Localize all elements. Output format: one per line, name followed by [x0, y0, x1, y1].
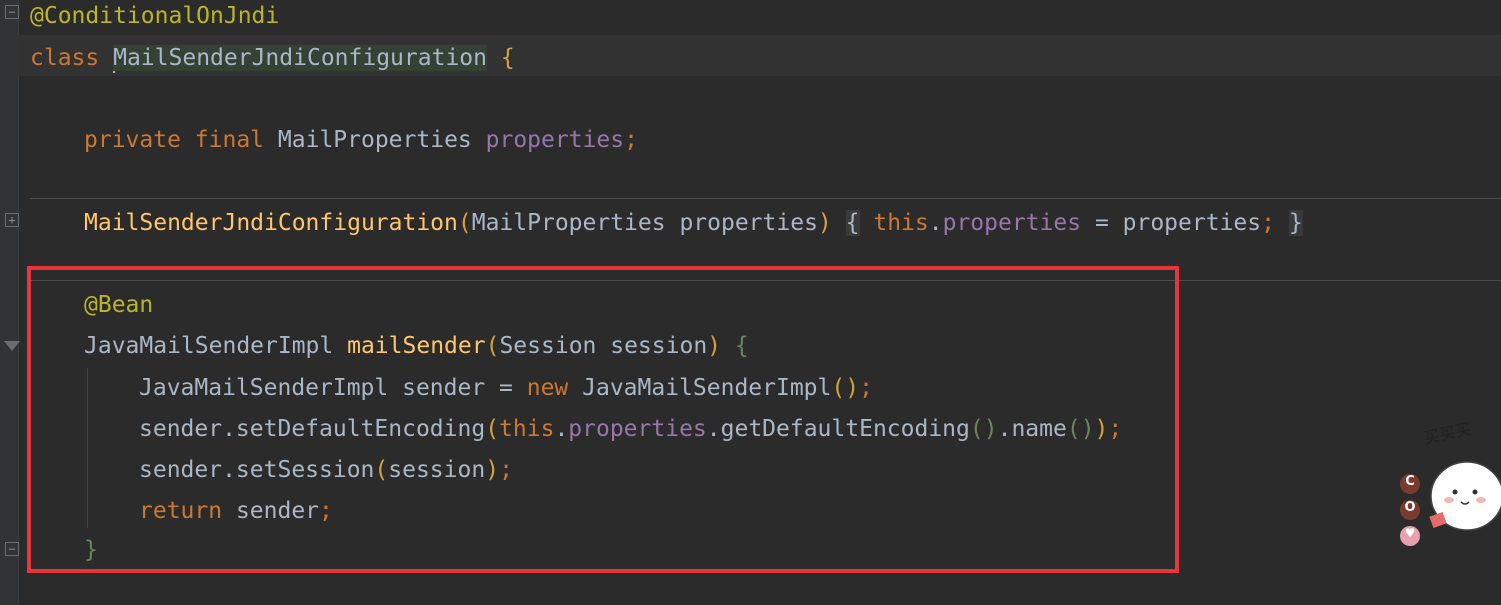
editor-gutter [0, 0, 19, 605]
sticker-decoration: 买买买 C O ♥ [1395, 418, 1501, 578]
field-token: properties [485, 127, 625, 153]
method-name: mailSender [347, 333, 486, 359]
paren: ) [817, 210, 832, 236]
code-line-7: JavaMailSenderImpl sender = new JavaMail… [139, 368, 873, 409]
paren: ( [485, 333, 500, 359]
folded-close-brace[interactable]: } [1288, 210, 1303, 236]
annotation-token: @ConditionalOnJndi [30, 3, 280, 29]
code-line-3: private final MailProperties properties; [84, 120, 638, 161]
code-line-11: } [84, 530, 98, 571]
code-line-4: MailSenderJndiConfiguration(MailProperti… [84, 203, 1303, 244]
type-token: JavaMailSenderImpl [568, 375, 832, 401]
params-token: Session session [499, 333, 708, 359]
assign-token: = properties [1081, 210, 1262, 236]
dot: . [928, 210, 943, 236]
close-brace: } [84, 537, 98, 563]
dot: . [554, 416, 569, 442]
code-line-10: return sender; [139, 491, 333, 532]
paren: ) [485, 457, 500, 483]
keyword-this: this [873, 210, 929, 236]
call-token: .getDefaultEncoding [706, 416, 970, 442]
paren: ) [707, 333, 722, 359]
paren: ( [485, 416, 500, 442]
sticker-badge-c: C [1405, 474, 1415, 489]
call-token: sender.setDefaultEncoding [139, 416, 486, 442]
code-line-8: sender.setDefaultEncoding(this.propertie… [139, 409, 1122, 450]
keyword-this: this [499, 416, 555, 442]
fold-end-icon[interactable]: − [5, 542, 19, 556]
semicolon: ; [319, 498, 333, 524]
semicolon: ; [1108, 416, 1123, 442]
class-name-token: MailSenderJndiConfiguration [113, 45, 487, 71]
semicolon: ; [499, 457, 513, 483]
open-brace: { [500, 45, 515, 71]
arg-token: session [388, 457, 486, 483]
fold-collapse-icon[interactable]: − [5, 5, 19, 19]
return-value: sender [222, 498, 320, 524]
open-brace: { [734, 333, 749, 359]
fold-method-arrow-icon[interactable] [4, 341, 20, 351]
sticker-badge-o: O [1404, 500, 1416, 515]
paren: () [1066, 416, 1095, 442]
code-line-9: sender.setSession(session); [139, 450, 513, 491]
type-token: JavaMailSenderImpl [84, 333, 334, 359]
paren: () [831, 375, 860, 401]
call-token: sender.setSession [139, 457, 375, 483]
keyword-return: return [139, 498, 223, 524]
folded-open-brace[interactable]: { [845, 210, 860, 236]
field-token: properties [568, 416, 707, 442]
keyword-new: new [526, 375, 569, 401]
params-token: MailProperties properties [471, 210, 818, 236]
keyword-class: class [30, 45, 100, 71]
semicolon: ; [624, 127, 638, 153]
decl-token: JavaMailSenderImpl sender = [139, 375, 527, 401]
code-line-5: @Bean [84, 285, 153, 326]
paren: ( [457, 210, 472, 236]
call-token: .name [997, 416, 1067, 442]
fold-expand-icon[interactable]: + [5, 213, 19, 227]
type-token: MailProperties [277, 127, 472, 153]
code-line-6: JavaMailSenderImpl mailSender(Session se… [84, 326, 749, 367]
paren: () [969, 416, 998, 442]
paren: ) [1094, 416, 1109, 442]
semicolon: ; [1261, 210, 1275, 236]
semicolon: ; [859, 375, 873, 401]
heart-icon: ♥ [1404, 526, 1416, 540]
paren: ( [374, 457, 389, 483]
keyword-private: private [84, 127, 181, 153]
field-token: properties [942, 210, 1082, 236]
constructor-name: MailSenderJndiConfiguration [84, 210, 458, 236]
keyword-final: final [194, 127, 265, 153]
code-line-2: class MailSenderJndiConfiguration { [30, 38, 515, 79]
code-editor[interactable]: @ConditionalOnJndi class MailSenderJndiC… [30, 0, 1501, 572]
code-line-1: @ConditionalOnJndi [30, 0, 279, 37]
annotation-token: @Bean [84, 292, 154, 318]
